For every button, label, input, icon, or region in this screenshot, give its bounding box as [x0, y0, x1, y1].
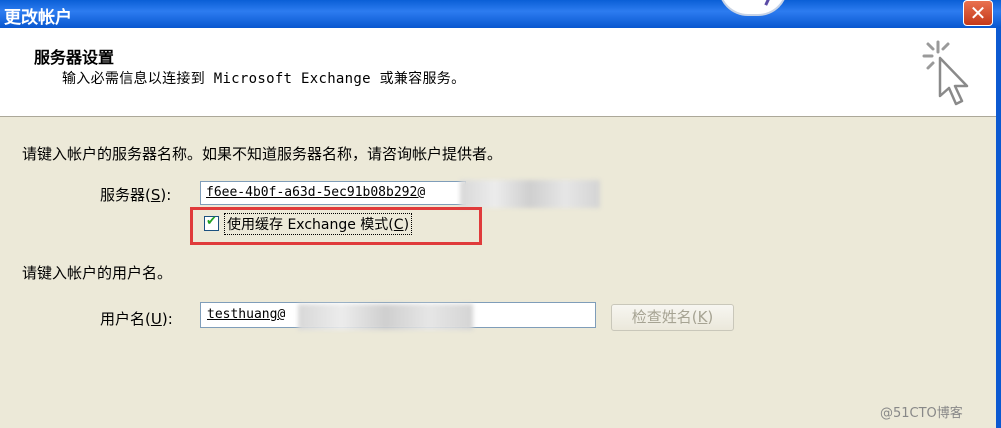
cached-mode-label[interactable]: 使用缓存 Exchange 模式(C): [224, 213, 413, 235]
redacted-server-suffix: [460, 180, 600, 208]
cached-mode-checkbox[interactable]: [204, 214, 219, 231]
redacted-username-suffix: [298, 304, 473, 330]
server-value: f6ee-4b0f-a63d-5ec91b08b292@: [206, 185, 426, 200]
server-label: 服务器(S):: [100, 186, 172, 204]
window-border: [996, 28, 1001, 428]
cursor-sparkle-icon: [922, 40, 969, 106]
page-subtitle: 输入必需信息以连接到 Microsoft Exchange 或兼容服务。: [62, 71, 466, 87]
server-input[interactable]: f6ee-4b0f-a63d-5ec91b08b292@: [200, 181, 466, 205]
user-label: 用户名(U):: [100, 310, 173, 328]
watermark: @51CTO博客: [880, 406, 963, 421]
title-bar: 更改帐户 ✕: [0, 0, 1001, 29]
check-name-button[interactable]: 检查姓名(K): [611, 304, 734, 331]
header-panel: 服务器设置 输入必需信息以连接到 Microsoft Exchange 或兼容服…: [0, 28, 996, 117]
server-instruction: 请键入帐户的服务器名称。如果不知道服务器名称，请咨询帐户提供者。: [22, 145, 503, 163]
page-title: 服务器设置: [34, 48, 115, 67]
user-instruction: 请键入帐户的用户名。: [22, 264, 173, 282]
username-value: testhuang@: [207, 307, 286, 322]
title-decoration-icon: [718, 0, 788, 16]
window-title: 更改帐户: [4, 8, 72, 28]
close-button[interactable]: ✕: [963, 0, 993, 26]
